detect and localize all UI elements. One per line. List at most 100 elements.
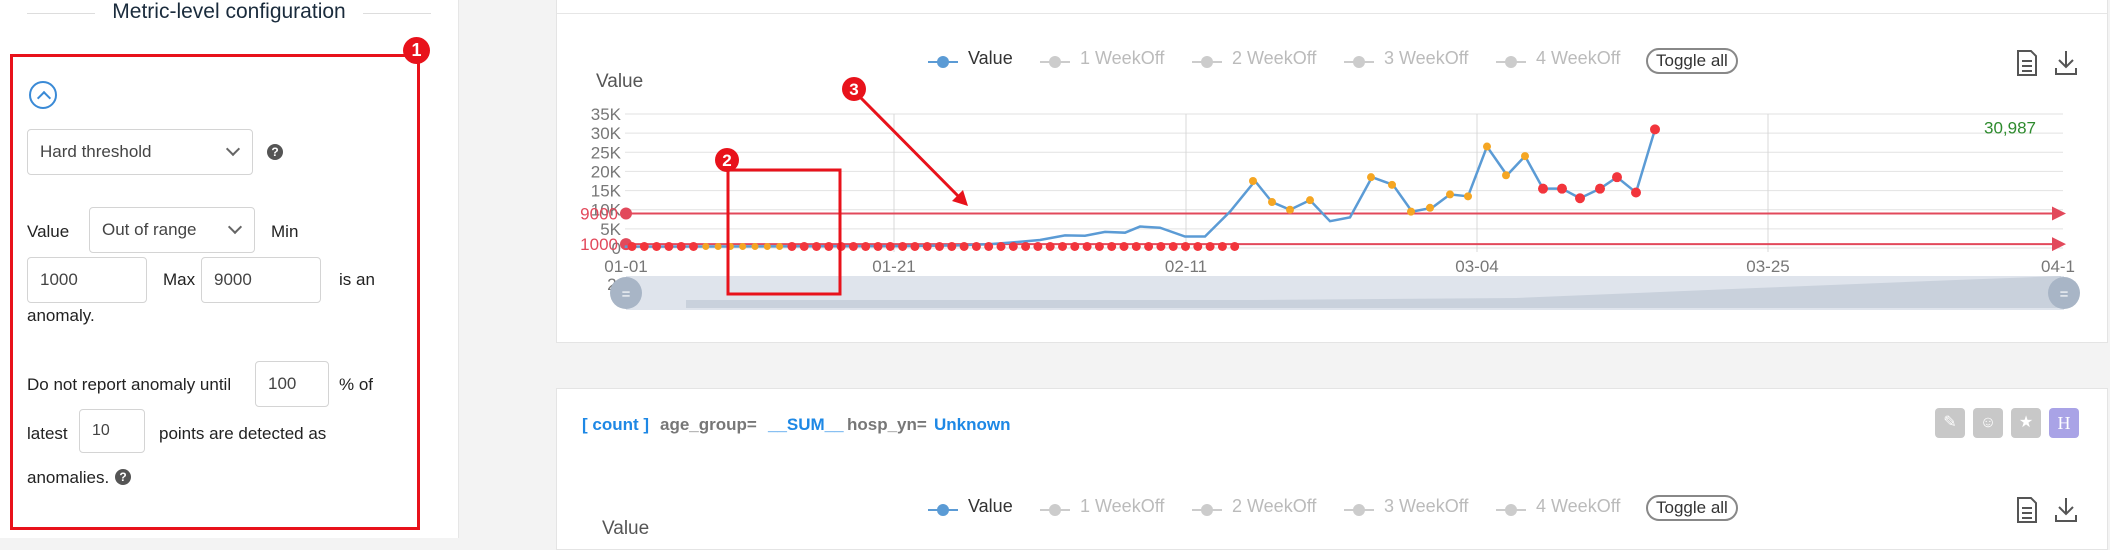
report-text-5: anomalies. bbox=[27, 468, 110, 487]
max-label: Max bbox=[163, 270, 196, 289]
help-icon[interactable]: ? bbox=[267, 144, 283, 160]
anomaly-point bbox=[1538, 183, 1548, 194]
chart2-ylabel: Value bbox=[602, 518, 650, 539]
anomaly-point bbox=[910, 241, 920, 251]
anomaly-point bbox=[1070, 241, 1080, 251]
collapse-icon[interactable] bbox=[29, 81, 57, 109]
anomaly-point bbox=[1144, 241, 1154, 251]
download-icon[interactable] bbox=[2054, 497, 2078, 523]
anomaly-point bbox=[1205, 241, 1215, 251]
x-tick-label: 04-1 bbox=[2041, 257, 2075, 276]
help-icon[interactable]: ? bbox=[115, 469, 131, 485]
dim1-value: __SUM__ bbox=[768, 415, 844, 434]
anomaly-point bbox=[1464, 192, 1472, 201]
anomaly-point bbox=[922, 241, 932, 251]
annotation-arrow-3 bbox=[855, 92, 968, 206]
anomaly-point bbox=[947, 241, 957, 251]
anomaly-point bbox=[1058, 241, 1067, 251]
anomaly-point bbox=[763, 242, 771, 250]
percent-input[interactable]: 100 bbox=[255, 361, 329, 407]
legend-marker-value bbox=[928, 504, 958, 516]
anomaly-point bbox=[1483, 142, 1491, 151]
report-text-3: latest bbox=[27, 424, 68, 443]
y-tick-label: 25K bbox=[591, 143, 622, 162]
anomaly-point bbox=[1631, 187, 1641, 198]
anomaly-point bbox=[898, 241, 908, 251]
anomaly-point bbox=[676, 241, 686, 251]
max-input[interactable]: 9000 bbox=[201, 257, 321, 303]
chevron-down-icon bbox=[227, 219, 243, 235]
user-settings-icon[interactable]: ☺ bbox=[1973, 408, 2003, 438]
legend-marker-1weekoff bbox=[1040, 504, 1070, 516]
legend-marker-2weekoff bbox=[1192, 504, 1222, 516]
star-icon[interactable]: ★ bbox=[2011, 408, 2041, 438]
anomaly-point bbox=[689, 241, 698, 251]
h-badge-icon[interactable]: H bbox=[2049, 408, 2079, 438]
condition-value: Out of range bbox=[102, 220, 197, 239]
anomaly-point bbox=[1446, 190, 1454, 199]
threshold-max-label: 9000 bbox=[580, 205, 618, 224]
threshold-type-select[interactable]: Hard threshold bbox=[27, 129, 253, 175]
legend-item-1weekoff[interactable]: 1 WeekOff bbox=[1080, 496, 1164, 517]
anomaly-point bbox=[1367, 173, 1375, 182]
range-handle-right-grip: = bbox=[2060, 286, 2069, 303]
anomaly-point bbox=[812, 241, 821, 251]
anomaly-suffix-1: is an bbox=[339, 270, 375, 289]
threshold-type-value: Hard threshold bbox=[40, 142, 152, 161]
anomaly-point bbox=[1168, 241, 1178, 251]
anomaly-point bbox=[739, 242, 747, 250]
panel-title: Metric-level configuration bbox=[0, 0, 458, 24]
anomaly-point bbox=[776, 242, 784, 250]
metric-tag: [ count ] bbox=[582, 415, 650, 434]
anomaly-point bbox=[1557, 183, 1567, 194]
anomaly-point bbox=[1306, 196, 1314, 205]
anomaly-point bbox=[996, 241, 1006, 251]
config-panel: Metric-level configuration 1 Hard thresh… bbox=[0, 0, 459, 538]
points-input[interactable]: 10 bbox=[79, 409, 145, 453]
anomaly-point bbox=[1107, 241, 1117, 251]
anomaly-point bbox=[959, 241, 969, 251]
legend-item-4weekoff[interactable]: 4 WeekOff bbox=[1536, 496, 1620, 517]
anomaly-point bbox=[1094, 241, 1104, 251]
anomaly-point bbox=[1650, 124, 1660, 135]
callout-1: 1 bbox=[403, 37, 430, 64]
range-handle-left-grip: = bbox=[622, 286, 631, 303]
anomaly-point bbox=[824, 241, 834, 251]
anomaly-point bbox=[873, 241, 883, 251]
anomaly-point bbox=[1033, 241, 1043, 251]
legend-item-2weekoff[interactable]: 2 WeekOff bbox=[1232, 496, 1316, 517]
legend-item-3weekoff[interactable]: 3 WeekOff bbox=[1384, 496, 1468, 517]
anomaly-point bbox=[1286, 205, 1294, 214]
threshold-max-arrow bbox=[2052, 206, 2066, 221]
last-value-label: 30,987 bbox=[1984, 118, 2036, 137]
threshold-min-arrow bbox=[2052, 237, 2066, 252]
anomaly-point bbox=[971, 241, 981, 251]
legend-item-value[interactable]: Value bbox=[968, 496, 1013, 517]
condition-select[interactable]: Out of range bbox=[89, 207, 255, 253]
chart-settings-icon[interactable]: ✎ bbox=[1935, 408, 1965, 438]
anomaly-point bbox=[714, 242, 722, 250]
x-tick-label: 01-01 bbox=[604, 257, 647, 276]
legend-marker-3weekoff bbox=[1344, 504, 1374, 516]
anomaly-point bbox=[1131, 241, 1141, 251]
min-input[interactable]: 1000 bbox=[27, 257, 147, 303]
report-text-2: % of bbox=[339, 375, 374, 394]
toggle-all-button[interactable]: Toggle all bbox=[1646, 495, 1738, 521]
callout-3: 3 bbox=[849, 80, 858, 99]
threshold-max-marker bbox=[620, 207, 632, 220]
threshold-min-label: 1000 bbox=[580, 235, 618, 254]
data-view-icon[interactable] bbox=[2016, 497, 2038, 523]
value-label: Value bbox=[27, 222, 70, 241]
chart-ylabel: Value bbox=[596, 71, 643, 92]
anomaly-point bbox=[885, 241, 895, 251]
x-tick-label: 03-04 bbox=[1455, 257, 1498, 276]
x-tick-label: 03-25 bbox=[1746, 257, 1789, 276]
chevron-down-icon bbox=[225, 141, 241, 157]
anomaly-point bbox=[861, 241, 871, 251]
anomaly-point bbox=[702, 242, 710, 250]
anomaly-point bbox=[1249, 177, 1257, 185]
dim1-key: age_group= bbox=[660, 415, 757, 434]
anomaly-suffix-2: anomaly. bbox=[27, 306, 95, 325]
anomaly-point bbox=[1217, 241, 1227, 251]
report-text-1: Do not report anomaly until bbox=[27, 375, 232, 394]
